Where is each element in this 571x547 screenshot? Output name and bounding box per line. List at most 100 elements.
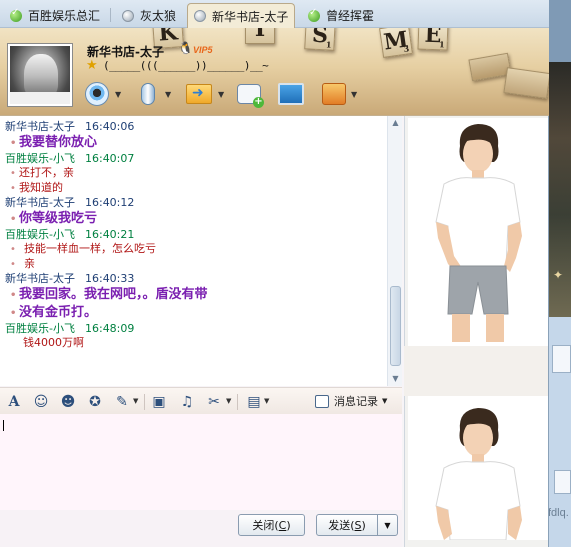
message-header: 百胜娱乐-小飞 16:40:07 — [5, 152, 135, 165]
tab-label: 百胜娱乐总汇 — [28, 9, 101, 23]
message-scrollbar[interactable]: ▲ ▼ — [387, 116, 402, 386]
chevron-down-icon[interactable]: ▼ — [218, 90, 224, 99]
chevron-down-icon: ▼ — [384, 520, 391, 530]
banner-tile-blank-2 — [503, 67, 549, 99]
app-box-icon — [322, 83, 346, 105]
banner-tile-m: M3 — [379, 28, 413, 58]
contact-show-avatar[interactable] — [408, 118, 548, 346]
star-level-icon[interactable]: ★ — [86, 58, 98, 73]
banner-tile-s: S1 — [304, 28, 336, 51]
message: 百胜娱乐-小飞 16:40:07 • 还打不，亲 • 我知道的 — [0, 152, 387, 196]
close-button[interactable]: 关闭(C) — [238, 514, 305, 536]
background-game-glyph: ✦ — [553, 268, 564, 282]
tab-label: 曾经挥霍 — [326, 9, 375, 23]
more-apps-icon[interactable]: ▤ — [245, 393, 263, 411]
show-panel-divider — [404, 346, 548, 396]
tab-xinhua-taizi[interactable]: 新华书店-太子 — [187, 3, 296, 28]
emoticon-icon[interactable]: ☺ — [32, 393, 50, 411]
background-widget-2[interactable] — [554, 470, 571, 494]
chevron-down-icon[interactable]: ▼ — [115, 90, 121, 99]
scroll-down-icon[interactable]: ▼ — [388, 372, 403, 386]
conversation-tab-strip: 百胜娱乐总汇 灰太狼 新华书店-太子 曾经挥霍 — [0, 0, 549, 28]
font-icon[interactable]: A — [5, 393, 23, 411]
tab-huitailang[interactable]: 灰太狼 — [116, 3, 182, 28]
chevron-down-icon[interactable]: ▼ — [264, 397, 269, 405]
message-text: • 我知道的 — [10, 181, 63, 194]
chevron-down-icon[interactable]: ▼ — [226, 397, 231, 405]
tab-cengjing-huihuo[interactable]: 曾经挥霍 — [302, 3, 380, 28]
image-icon[interactable]: ▣ — [150, 393, 168, 411]
message-history-button[interactable]: 消息记录 ▼ — [315, 393, 387, 409]
online-status-icon — [10, 7, 22, 22]
message-header: 百胜娱乐-小飞 16:48:09 — [5, 322, 135, 335]
magic-face-icon[interactable]: ✪ — [86, 393, 104, 411]
wolf-avatar-image — [10, 46, 70, 104]
message-input[interactable] — [0, 414, 402, 510]
message-text: • 没有金币打。 — [10, 305, 98, 320]
message: 百胜娱乐-小飞 16:40:21 • 技能一样血一样，怎么吃亏 • 亲 — [0, 228, 387, 272]
tab-baisheng-hub[interactable]: 百胜娱乐总汇 — [4, 3, 106, 28]
webcam-icon — [85, 82, 109, 106]
chat-window: 百胜娱乐总汇 灰太狼 新华书店-太子 曾经挥霍 K I S1 S1 M3 E1 … — [0, 0, 549, 547]
message: 百胜娱乐-小飞 16:48:09 钱4000万啊 — [0, 322, 387, 350]
remote-assistance-icon — [278, 83, 304, 105]
my-show-avatar[interactable] — [408, 396, 548, 540]
send-file-button[interactable] — [186, 81, 212, 107]
contact-signature: (_____(((______))______)__~ — [103, 59, 269, 72]
voice-button[interactable] — [135, 81, 161, 107]
banner-tile-i: I — [245, 28, 275, 44]
message: 新华书店-太子 16:40:12 • 你等级我吃亏 — [0, 196, 387, 228]
chevron-down-icon: ▼ — [382, 397, 388, 405]
message-history[interactable]: 新华书店-太子 16:40:06 • 我要替你放心 百胜娱乐-小飞 16:40:07 … — [0, 116, 387, 386]
screenshot-icon[interactable]: ✂ — [205, 393, 223, 411]
message-header: 百胜娱乐-小飞 16:40:21 — [5, 228, 135, 241]
handwriting-icon[interactable]: ✎ — [113, 393, 131, 411]
online-status-icon — [308, 7, 320, 22]
microphone-icon — [141, 83, 155, 105]
face-icon[interactable]: ☻ — [59, 393, 77, 411]
offline-status-icon — [194, 10, 206, 22]
history-icon — [315, 394, 329, 408]
tab-label: 灰太狼 — [140, 9, 177, 23]
scrollbar-thumb[interactable] — [390, 286, 401, 366]
contact-show-figure — [435, 124, 522, 342]
penguin-icon: 🐧 — [178, 41, 193, 55]
offline-status-icon — [122, 9, 134, 22]
message: 新华书店-太子 16:40:33 • 我要回家。我在网吧，。盾没有带 • 没有金币打。 — [0, 272, 387, 322]
remote-assistance-button[interactable] — [278, 81, 304, 107]
banner-tile-e: E1 — [417, 28, 449, 51]
message-header: 新华书店-太子 16:40:12 — [5, 196, 135, 209]
background-window: ✦ fdlq. — [548, 0, 571, 547]
send-options-button[interactable]: ▼ — [377, 514, 398, 536]
tab-separator — [110, 8, 111, 22]
group-chat-button[interactable] — [236, 81, 264, 108]
chevron-down-icon[interactable]: ▼ — [351, 90, 357, 99]
message-text: • 我要替你放心 — [10, 135, 98, 150]
message-text: 钱4000万啊 — [23, 336, 84, 349]
chevron-down-icon[interactable]: ▼ — [165, 90, 171, 99]
background-widget[interactable] — [552, 345, 571, 373]
send-button[interactable]: 发送(S) — [316, 514, 378, 536]
vip-badge[interactable]: VIP5 — [193, 45, 213, 55]
contact-avatar[interactable] — [7, 43, 73, 107]
chevron-down-icon[interactable]: ▼ — [133, 397, 138, 405]
tab-label: 新华书店-太子 — [212, 9, 289, 24]
webcam-button[interactable] — [84, 81, 110, 107]
group-chat-icon — [237, 84, 264, 108]
toolbar-separator — [144, 394, 145, 410]
message-text: • 还打不，亲 — [10, 166, 74, 179]
send-file-icon — [186, 84, 212, 104]
music-icon[interactable]: ♫ — [178, 393, 196, 411]
message-header: 新华书店-太子 16:40:06 — [5, 120, 135, 133]
message: 新华书店-太子 16:40:06 • 我要替你放心 — [0, 120, 387, 152]
message-text: • 你等级我吃亏 — [10, 211, 98, 226]
message-text: • 亲 — [10, 257, 35, 270]
scroll-up-icon[interactable]: ▲ — [388, 116, 403, 130]
contact-header: K I S1 S1 M3 E1 — [0, 28, 549, 116]
message-text: • 技能一样血一样，怎么吃亏 — [10, 242, 156, 255]
contact-name[interactable]: 新华书店-太子 — [87, 43, 164, 60]
background-text: fdlq. — [548, 507, 569, 519]
text-caret — [3, 420, 4, 431]
message-header: 新华书店-太子 16:40:33 — [5, 272, 135, 285]
app-box-button[interactable] — [321, 81, 347, 107]
